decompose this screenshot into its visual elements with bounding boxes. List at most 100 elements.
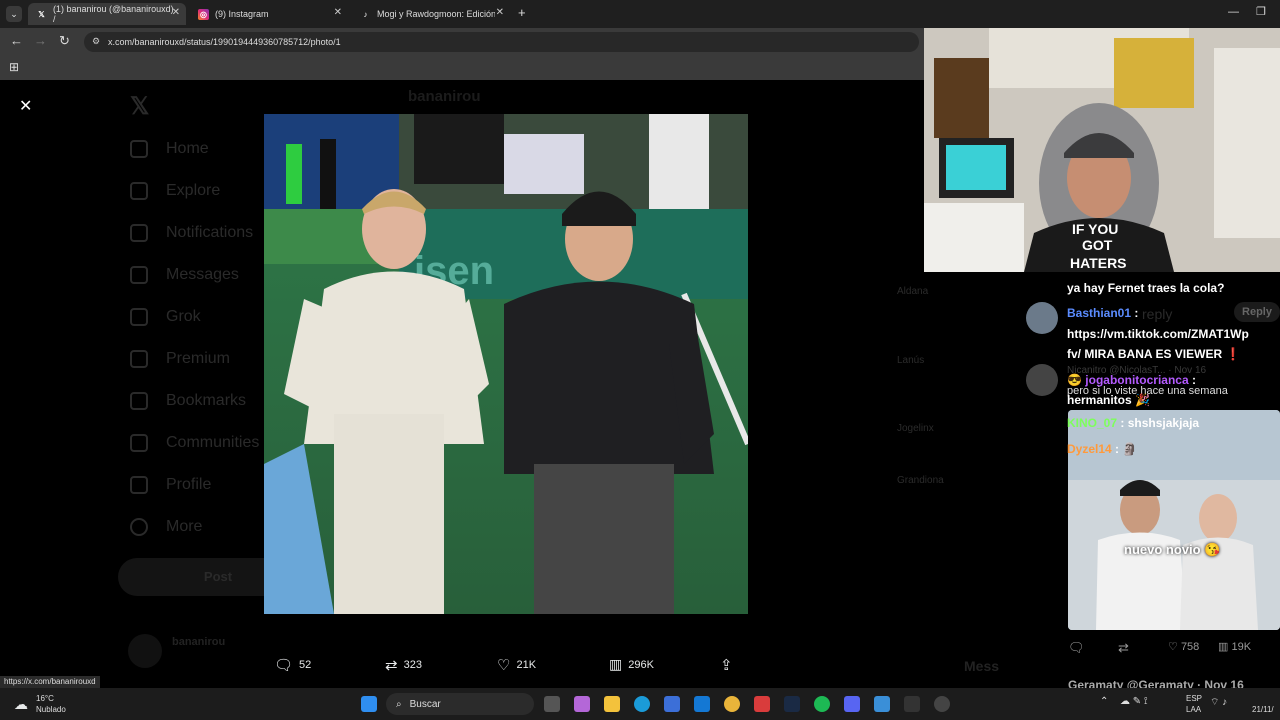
nav-bar: ← → ↻ ⚙ x.com/bananirouxd/status/1990194…: [0, 28, 925, 56]
copilot-icon[interactable]: [574, 696, 590, 712]
search-icon: [130, 182, 148, 200]
network-volume-icons[interactable]: ⌔ ♪: [1210, 696, 1227, 709]
nav-more[interactable]: More: [130, 518, 202, 536]
avatar[interactable]: [128, 634, 162, 668]
grok-icon: [130, 308, 148, 326]
heart-icon: ♡: [497, 657, 511, 674]
nav-premium[interactable]: Premium: [130, 350, 230, 368]
steam-icon[interactable]: [784, 696, 800, 712]
outlook-icon[interactable]: [694, 696, 710, 712]
nav-label: Explore: [166, 182, 221, 199]
discord-icon[interactable]: [844, 696, 860, 712]
chat-message: KINO_07 : shshsjakjaja: [1067, 416, 1199, 431]
stream-chat: ya hay Fernet traes la cola? Basthian01 …: [1012, 272, 1280, 688]
nav-grok[interactable]: Grok: [130, 308, 201, 326]
views-button[interactable]: ▥ 296K: [609, 656, 654, 673]
avatar: [1026, 302, 1058, 334]
views-button[interactable]: ▥ 19K: [1218, 640, 1251, 653]
chat-username: Dyzel14: [1067, 442, 1112, 456]
header-name: bananirou: [408, 88, 481, 105]
mail-icon: [130, 266, 148, 284]
nav-explore[interactable]: Explore: [130, 182, 220, 200]
shirt-text: GOT: [1082, 237, 1113, 253]
chat-username: KINO_07: [1067, 416, 1118, 430]
app-icon[interactable]: [904, 696, 920, 712]
search-placeholder: Buscar: [409, 698, 441, 710]
user-icon: [130, 476, 148, 494]
chrome-icon[interactable]: [724, 696, 740, 712]
reload-icon[interactable]: ↻: [59, 33, 70, 49]
apps-grid-icon[interactable]: ⊞: [9, 60, 19, 74]
right-item: Lanús: [897, 355, 925, 366]
tab-title: Mogi y Rawdogmoon: Edición d: [377, 9, 495, 19]
chat-message: hermanitos 🎉: [1067, 393, 1150, 408]
nav-notifications[interactable]: Notifications: [130, 224, 253, 242]
app-icon[interactable]: [754, 696, 770, 712]
minimize-button[interactable]: —: [1228, 6, 1239, 18]
site-info-icon[interactable]: ⚙: [92, 36, 100, 47]
account-name: bananirou: [172, 636, 226, 648]
chat-message: https://vm.tiktok.com/ZMAT1Wp: [1067, 327, 1249, 342]
keyboard-layout[interactable]: LAA: [1186, 705, 1201, 714]
new-tab-button[interactable]: +: [518, 5, 526, 20]
reply-button[interactable]: Reply: [1234, 302, 1280, 322]
nav-bookmarks[interactable]: Bookmarks: [130, 392, 246, 410]
weather-temp: 16°C: [36, 694, 54, 703]
chat-message: Basthian01 :: [1067, 306, 1138, 321]
nav-label: Notifications: [166, 224, 254, 241]
nav-communities[interactable]: Communities: [130, 434, 259, 452]
back-icon[interactable]: ←: [10, 33, 23, 48]
language-indicator[interactable]: ESP: [1186, 694, 1202, 703]
chat-message: Dyzel14 : 🗿: [1067, 442, 1137, 457]
forward-icon[interactable]: →: [34, 33, 47, 48]
close-viewer-button[interactable]: ✕: [19, 96, 32, 116]
restore-button[interactable]: ❐: [1256, 5, 1266, 18]
webcam-scene: IF YOU GOT HATERS: [924, 28, 1280, 272]
share-button[interactable]: ⇪: [720, 656, 733, 674]
tab-tiktok[interactable]: ♪ Mogi y Rawdogmoon: Edición d ✕: [352, 3, 510, 25]
shirt-text: HATERS: [1070, 255, 1127, 271]
chat-text: hermanitos 🎉: [1067, 393, 1150, 407]
close-icon[interactable]: ✕: [172, 7, 180, 18]
like-button[interactable]: ♡ 758: [1168, 640, 1199, 653]
obs-icon[interactable]: [934, 696, 950, 712]
taskbar-search[interactable]: ⌕ Buscar: [386, 693, 534, 715]
tab-search-button[interactable]: ⌄: [6, 6, 22, 22]
app-icon[interactable]: [874, 696, 890, 712]
post-photo[interactable]: isen: [264, 114, 748, 614]
right-item: Jogelinx: [897, 423, 934, 434]
tab-instagram[interactable]: ◎ (9) Instagram ✕: [190, 3, 348, 25]
clock-date[interactable]: 21/11/: [1252, 705, 1274, 714]
task-view-icon[interactable]: [544, 696, 560, 712]
windows-start-icon[interactable]: [361, 696, 377, 712]
nav-label: More: [166, 518, 203, 535]
close-icon[interactable]: ✕: [496, 7, 504, 18]
reply-button[interactable]: 🗨 52: [274, 656, 311, 674]
address-bar[interactable]: ⚙ x.com/bananirouxd/status/1990194449360…: [84, 32, 919, 52]
spotify-icon[interactable]: [814, 696, 830, 712]
tab-x[interactable]: 𝕏 (1) bananirou (@bananirouxd) / ✕: [28, 3, 186, 25]
nav-home[interactable]: Home: [130, 140, 209, 158]
store-icon[interactable]: [664, 696, 680, 712]
like-button[interactable]: ♡ 21K: [497, 656, 536, 674]
repost-icon[interactable]: ⇄: [1118, 640, 1129, 656]
bookmarks-bar: ⊞: [0, 56, 925, 80]
right-item: Aldana: [897, 286, 929, 297]
tray-icons[interactable]: ☁ ✎ ⟟: [1120, 696, 1148, 707]
close-icon[interactable]: ✕: [334, 7, 342, 18]
messages-drawer-label[interactable]: Mess: [964, 658, 999, 674]
url-text: x.com/bananirouxd/status/199019444936078…: [108, 37, 341, 47]
repost-button[interactable]: ⇄ 323: [385, 656, 422, 674]
share-icon: ⇪: [720, 657, 733, 674]
nav-messages[interactable]: Messages: [130, 266, 239, 284]
comment-icon[interactable]: 🗨: [1068, 640, 1085, 656]
chat-text: :: [1134, 306, 1139, 320]
bell-icon: [130, 224, 148, 242]
chat-text: :: [1115, 442, 1120, 456]
file-explorer-icon[interactable]: [604, 696, 620, 712]
edge-icon[interactable]: [634, 696, 650, 712]
repost-icon: ⇄: [385, 657, 398, 674]
chevron-up-icon[interactable]: ⌃: [1100, 696, 1108, 707]
nav-profile[interactable]: Profile: [130, 476, 211, 494]
chat-text: fv/ MIRA BANA ES VIEWER ❗: [1067, 347, 1241, 361]
